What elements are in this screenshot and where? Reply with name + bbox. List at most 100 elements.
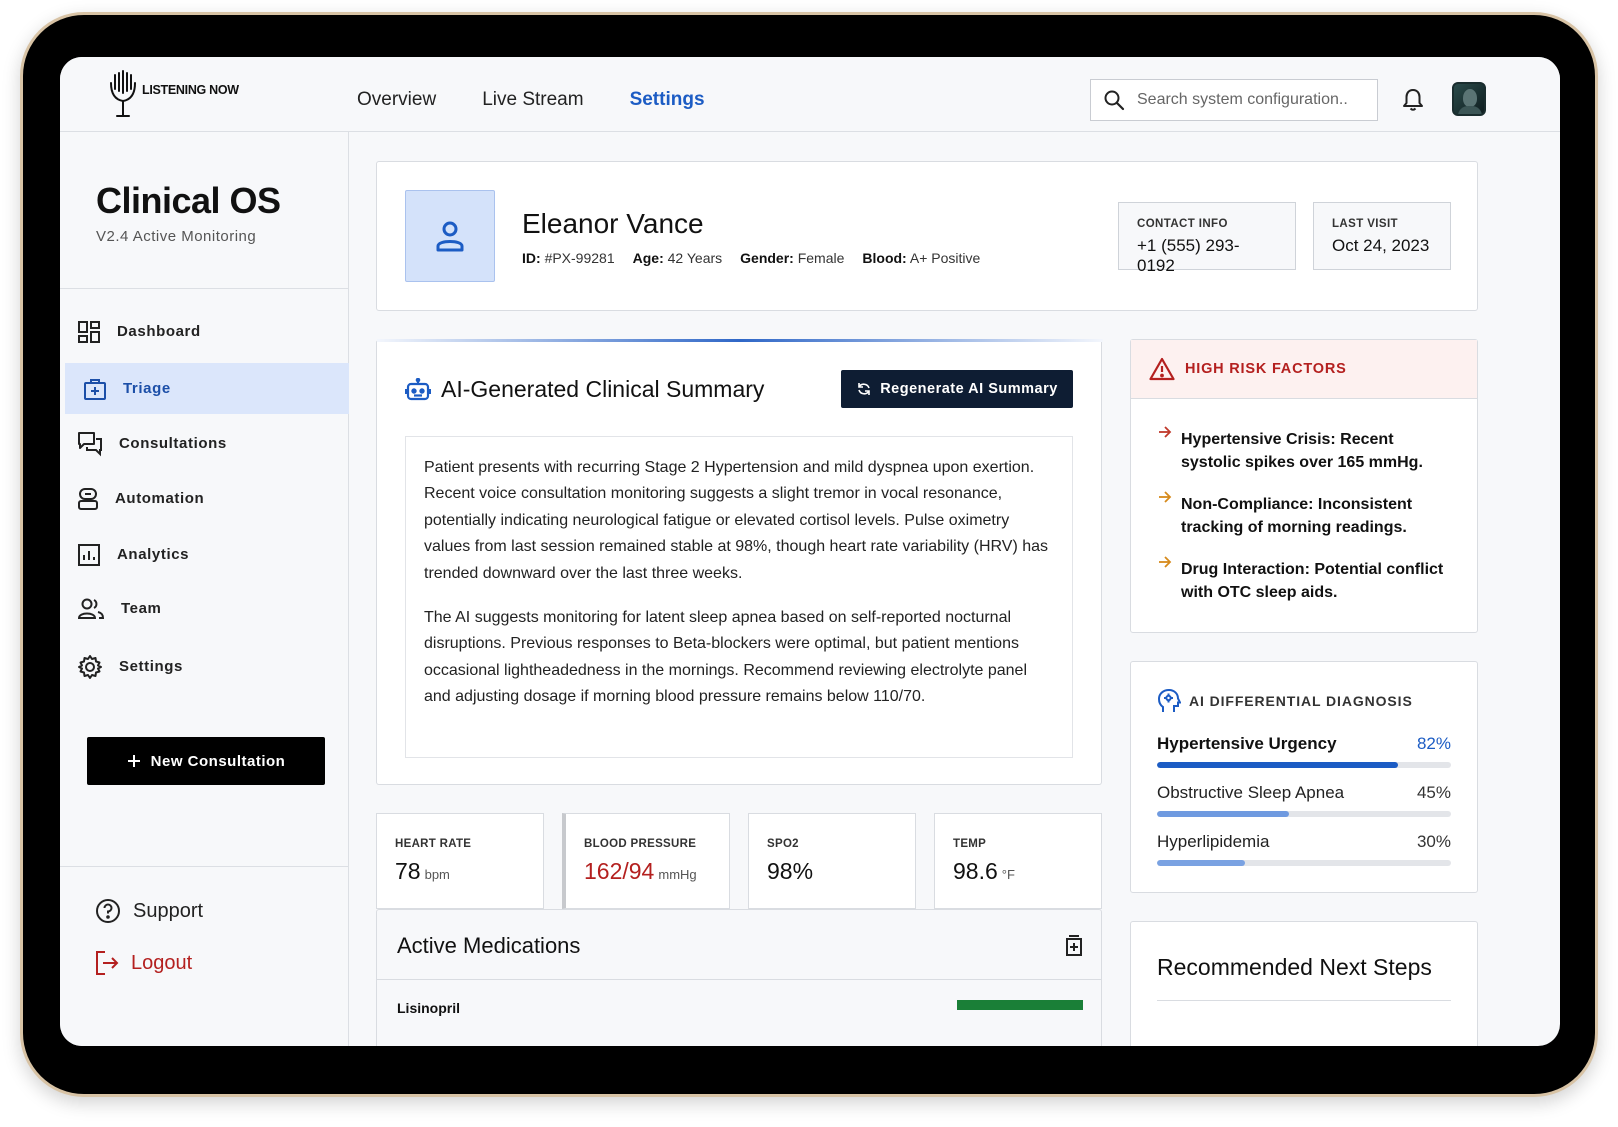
next-steps-card: Recommended Next Steps: [1130, 921, 1478, 1046]
diagnosis-percent: 45%: [1416, 783, 1451, 802]
sidebar-item-label: Dashboard: [117, 323, 201, 340]
logo-text: LISTENING NOW: [142, 83, 239, 97]
sidebar-item-consultations[interactable]: Consultations: [65, 418, 349, 469]
diagnosis-bar-fill: [1157, 811, 1290, 817]
arrow-right-icon: [1159, 491, 1172, 503]
high-risk-card: HIGH RISK FACTORS Hypertensive Crisis: R…: [1130, 339, 1478, 633]
vital-unit: bpm: [424, 867, 450, 882]
diagnosis-percent: 30%: [1416, 832, 1451, 851]
summary-paragraph: Patient presents with recurring Stage 2 …: [424, 459, 1049, 582]
diagnosis-bar-track: [1157, 860, 1451, 866]
patient-avatar: [405, 190, 495, 282]
differential-title: AI DIFFERENTIAL DIAGNOSIS: [1189, 693, 1413, 709]
contact-info-value: +1 (555) 293-0192: [1137, 236, 1240, 275]
notification-bell-icon[interactable]: [1400, 87, 1426, 113]
search-box[interactable]: [1090, 79, 1378, 121]
summary-accent-line: [377, 339, 1103, 342]
patient-blood: Blood: A+ Positive: [862, 250, 980, 266]
search-input[interactable]: [1137, 91, 1367, 109]
summary-text-box: Patient presents with recurring Stage 2 …: [405, 436, 1073, 758]
risk-item-text: Drug Interaction: Potential conflict wit…: [1181, 561, 1444, 601]
support-label: Support: [133, 899, 204, 922]
app-screen: LISTENING NOW Overview Live Stream Setti…: [60, 57, 1560, 1046]
sparkle-refresh-icon: [858, 383, 871, 395]
patient-header-card: Eleanor Vance ID: #PX-99281 Age: 42 Year…: [376, 161, 1478, 311]
differential-diagnosis-card: AI DIFFERENTIAL DIAGNOSIS Hypertensive U…: [1130, 661, 1478, 893]
arrow-right-icon: [1159, 556, 1172, 568]
sidebar-divider: [60, 288, 349, 289]
regenerate-summary-label: Regenerate AI Summary: [880, 381, 1058, 397]
sidebar-item-team[interactable]: Team: [65, 583, 349, 634]
vital-unit: °F: [1001, 867, 1015, 882]
regenerate-summary-button[interactable]: Regenerate AI Summary: [841, 370, 1073, 408]
user-avatar[interactable]: [1452, 82, 1486, 116]
logout-label: Logout: [131, 951, 193, 974]
differential-header: AI DIFFERENTIAL DIAGNOSIS: [1157, 688, 1413, 714]
risk-item: Non-Compliance: Inconsistent tracking of…: [1157, 491, 1457, 539]
vital-label: SPO2: [767, 838, 799, 850]
chart-icon: [78, 543, 100, 566]
avatar-face: [1463, 89, 1477, 107]
sidebar-title: Clinical OS: [96, 180, 281, 221]
nav-live-stream[interactable]: Live Stream: [482, 89, 583, 111]
add-medication-icon[interactable]: [1065, 934, 1083, 956]
user-icon: [436, 221, 464, 252]
new-consultation-button[interactable]: New Consultation: [87, 737, 325, 785]
medication-name: Lisinopril: [397, 1000, 460, 1016]
diagnosis-label: Obstructive Sleep Apnea: [1157, 783, 1345, 802]
diagnosis-bar-fill: [1157, 762, 1399, 768]
patient-id-value: #PX-99281: [544, 250, 615, 266]
risk-title: HIGH RISK FACTORS: [1185, 361, 1347, 377]
sidebar-item-label: Settings: [119, 658, 183, 675]
vital-number: 78: [395, 858, 421, 884]
search-icon: [1104, 90, 1125, 111]
vital-label: TEMP: [953, 838, 987, 850]
vital-value: 162/94 mmHg: [584, 858, 711, 885]
contact-info-box: CONTACT INFO +1 (555) 293-0192: [1118, 202, 1296, 275]
sidebar-item-dashboard[interactable]: Dashboard: [65, 306, 349, 357]
vital-blood-pressure: BLOOD PRESSURE 162/94 mmHg: [562, 813, 730, 909]
patient-age-value: 42 Years: [667, 250, 723, 266]
vital-label: BLOOD PRESSURE: [584, 838, 697, 850]
vital-value: 98%: [767, 858, 897, 885]
sidebar-item-automation[interactable]: Automation: [65, 473, 349, 524]
risk-header: HIGH RISK FACTORS: [1131, 340, 1477, 399]
team-icon: [77, 598, 105, 619]
vital-value: 98.6 °F: [953, 858, 1083, 885]
last-visit-box: LAST VISIT Oct 24, 2023: [1313, 202, 1451, 270]
avatar-body: [1458, 106, 1482, 114]
vital-number: 98.6: [953, 858, 998, 884]
risk-item: Hypertensive Crisis: Recent systolic spi…: [1157, 426, 1457, 474]
gear-icon: [78, 654, 102, 679]
summary-paragraph: The AI suggests monitoring for latent sl…: [424, 609, 1028, 706]
diagnosis-item: Hyperlipidemia 30%: [1157, 832, 1451, 866]
patient-blood-label: Blood:: [862, 250, 907, 266]
diagnosis-bar-fill: [1157, 860, 1246, 866]
patient-id-label: ID:: [522, 250, 541, 266]
logo[interactable]: LISTENING NOW: [108, 69, 239, 121]
diagnosis-row: Hyperlipidemia 30%: [1157, 832, 1451, 852]
sidebar-item-analytics[interactable]: Analytics: [65, 529, 349, 580]
risk-item-text: Hypertensive Crisis: Recent systolic spi…: [1181, 431, 1423, 471]
diagnosis-label: Hypertensive Urgency: [1157, 734, 1337, 753]
medications-header: Active Medications: [377, 910, 1101, 980]
logout-link[interactable]: Logout: [95, 950, 192, 976]
diagnosis-label: Hyperlipidemia: [1157, 832, 1270, 851]
help-circle-icon: [96, 899, 120, 923]
summary-title: AI-Generated Clinical Summary: [441, 376, 765, 402]
top-nav: Overview Live Stream Settings: [357, 89, 705, 111]
diagnosis-row: Hypertensive Urgency 82%: [1157, 734, 1451, 754]
diagnosis-bar-track: [1157, 762, 1451, 768]
vital-label: HEART RATE: [395, 838, 472, 850]
support-link[interactable]: Support: [95, 898, 203, 924]
patient-meta: ID: #PX-99281 Age: 42 Years Gender: Fema…: [522, 250, 980, 266]
vital-value: 78 bpm: [395, 858, 525, 885]
sidebar-item-settings[interactable]: Settings: [65, 641, 349, 692]
next-steps-title: Recommended Next Steps: [1157, 954, 1432, 980]
nav-overview[interactable]: Overview: [357, 89, 436, 111]
robot-icon: [78, 487, 98, 510]
medications-title: Active Medications: [397, 933, 581, 958]
sidebar-item-label: Analytics: [117, 546, 190, 563]
nav-settings[interactable]: Settings: [630, 89, 705, 111]
sidebar-item-triage[interactable]: Triage: [65, 363, 349, 414]
